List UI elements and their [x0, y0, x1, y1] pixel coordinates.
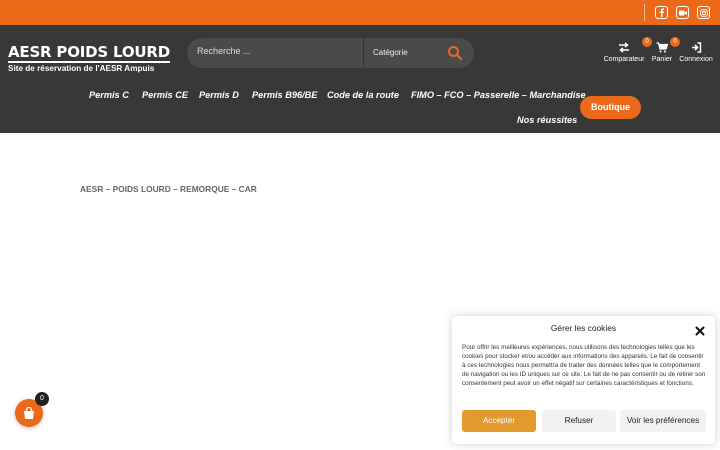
compare-icon — [619, 41, 629, 53]
instagram-icon[interactable] — [697, 6, 710, 19]
search-divider — [363, 38, 364, 68]
accept-cookies-button[interactable]: Accepter — [462, 410, 536, 432]
site-title[interactable]: AESR POIDS LOURD — [8, 44, 170, 63]
social-separator — [644, 4, 645, 21]
close-icon[interactable] — [695, 323, 705, 336]
shop-button[interactable]: Boutique — [580, 96, 641, 119]
site-tagline: Site de réservation de l'AESR Ampuis — [8, 64, 155, 73]
search-input[interactable] — [197, 46, 357, 56]
cookie-preferences-button[interactable]: Voir les préférences — [620, 410, 706, 432]
cart-label: Panier — [651, 56, 673, 63]
cookie-title: Gérer les cookies — [550, 323, 617, 333]
compare-label: Comparateur — [603, 56, 645, 63]
top-bar — [0, 0, 720, 25]
nav-item-permis-c[interactable]: Permis C — [89, 90, 129, 100]
cart-link[interactable]: 0 Panier — [650, 37, 680, 63]
breadcrumb: AESR – POIDS LOURD – REMORQUE – CAR — [80, 184, 257, 194]
sign-in-icon — [691, 41, 701, 53]
category-select[interactable]: Catégorie — [373, 48, 408, 57]
search-icon — [448, 46, 463, 61]
cookie-banner: Gérer les cookies Pour offrir les meille… — [452, 316, 715, 444]
nav-item-permis-b96-be[interactable]: Permis B96/BE — [252, 90, 317, 100]
cart-icon — [656, 41, 668, 52]
video-icon[interactable] — [676, 6, 689, 19]
search-button[interactable] — [446, 44, 464, 62]
nav-item-permis-ce[interactable]: Permis CE — [142, 90, 188, 100]
nav-item-fimo-fco[interactable]: FIMO – FCO – Passerelle – Marchandise — [411, 90, 586, 100]
login-link[interactable]: Connexion — [678, 40, 714, 63]
shopping-bag-icon — [24, 406, 34, 419]
nav-item-permis-d[interactable]: Permis D — [199, 90, 239, 100]
nav-item-code-de-la-route[interactable]: Code de la route — [327, 90, 399, 100]
social-links — [644, 4, 714, 21]
compare-link[interactable]: 0 Comparateur — [602, 37, 652, 63]
brand[interactable]: AESR POIDS LOURD Site de réservation de … — [8, 44, 170, 73]
cookie-message: Pour offrir les meilleures expériences, … — [462, 344, 706, 387]
floating-cart-count: 0 — [35, 392, 49, 406]
refuse-cookies-button[interactable]: Refuser — [542, 410, 616, 432]
login-label: Connexion — [679, 56, 713, 63]
search-bar: Catégorie — [187, 38, 474, 68]
facebook-icon[interactable] — [655, 6, 668, 19]
nav-item-nos-reussites[interactable]: Nos réussites — [517, 115, 577, 125]
